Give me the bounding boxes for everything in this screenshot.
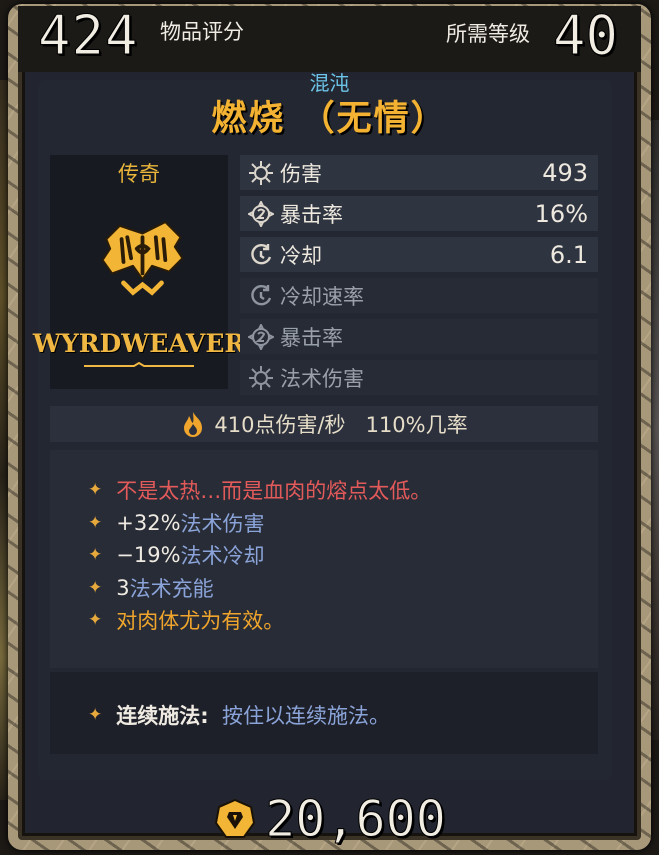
effect-stat: 法术冷却 [180, 544, 265, 568]
sparkle-bullet-icon: ✦ [88, 480, 103, 500]
dps-label: 点伤害/秒 [254, 413, 346, 437]
item-rarity: 传奇 [118, 162, 160, 186]
stat-name: 法术伤害 [280, 366, 364, 391]
stat-value: 16% [534, 199, 588, 228]
stat-row-cooldown: 冷却 6.1 [240, 237, 598, 272]
stat-value: 493 [542, 158, 588, 187]
effect-value: 3 [116, 576, 130, 600]
stat-row-spell-damage: 法术伤害 [240, 360, 598, 395]
effect-line-flesh-bonus: ✦ 对肉体尤为有效。 [88, 605, 284, 635]
required-level: 40 [552, 4, 619, 68]
stat-row-crit: 暴击率 16% [240, 196, 598, 231]
coin-icon [215, 798, 256, 838]
effect-value: +32% [116, 511, 181, 535]
stat-row-crit-bonus: 暴击率 [240, 319, 598, 354]
stat-name: 伤害 [280, 161, 322, 186]
damage-icon [246, 363, 276, 393]
crit-icon [246, 322, 276, 352]
stat-value: 6.1 [549, 240, 588, 269]
brand-name: WYRDWEAVER [32, 328, 246, 358]
stat-row-damage: 伤害 493 [240, 155, 598, 190]
required-level-label: 所需等级 [446, 22, 530, 46]
brand-logo: WYRDWEAVER [33, 318, 245, 368]
spellbook-icon [101, 221, 184, 296]
stat-name: 暴击率 [280, 325, 343, 350]
sparkle-bullet-icon: ✦ [88, 513, 103, 533]
sparkle-bullet-icon: ✦ [88, 578, 103, 598]
effect-line-spell-damage: ✦ +32% 法术伤害 [88, 508, 265, 538]
dps-summary: 410点伤害/秒 110%几率 [50, 406, 598, 442]
price: 20,600 [0, 790, 659, 853]
sparkle-bullet-icon: ✦ [88, 610, 103, 630]
stat-name: 冷却 [280, 243, 322, 268]
effect-stat: 法术伤害 [180, 512, 265, 536]
item-score-label: 物品评分 [160, 20, 244, 44]
damage-icon [246, 158, 276, 188]
dps-value: 410 [214, 413, 255, 437]
effect-line-spell-charges: ✦ 3 法术充能 [88, 573, 214, 603]
item-score: 424 [38, 4, 139, 68]
fire-icon [184, 412, 203, 437]
effect-text: 不是太热…而是血肉的熔点太低。 [116, 479, 432, 503]
effect-value: −19% [116, 543, 181, 567]
proc-label: 几率 [425, 413, 468, 437]
effect-line-spell-cooldown: ✦ −19% 法术冷却 [88, 540, 265, 570]
effect-text: 对肉体尤为有效。 [116, 609, 285, 633]
stat-name: 暴击率 [280, 202, 343, 227]
brand-underline-ornament [84, 362, 194, 367]
sparkle-bullet-icon: ✦ [88, 545, 103, 565]
continuous-cast-description: 按住以连续施法。 [222, 704, 391, 728]
stat-name: 冷却速率 [280, 284, 364, 309]
crit-icon [246, 199, 276, 229]
continuous-cast-line: ✦ 连续施法: 按住以连续施法。 [88, 700, 390, 730]
price-value: 20,600 [265, 790, 447, 849]
sparkle-bullet-icon: ✦ [88, 705, 103, 725]
proc-value: 110% [365, 413, 426, 437]
cooldown-icon [246, 281, 276, 311]
effect-stat: 法术充能 [129, 577, 214, 601]
item-name: 燃烧 （无情） [211, 99, 448, 139]
stat-row-cooldown-rate: 冷却速率 [240, 278, 598, 313]
continuous-cast-label: 连续施法: [116, 704, 209, 728]
cooldown-icon [246, 240, 276, 270]
effect-line-flavor: ✦ 不是太热…而是血肉的熔点太低。 [88, 475, 431, 505]
